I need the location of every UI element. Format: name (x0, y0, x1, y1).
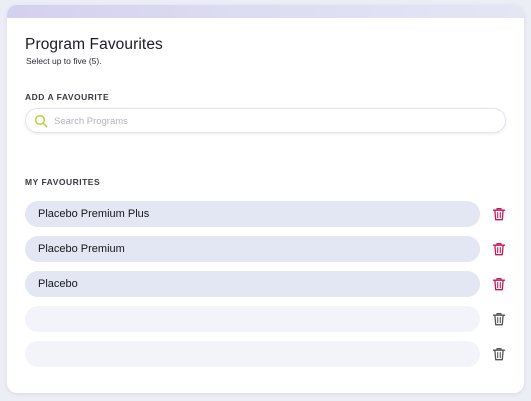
my-favourites-label: MY FAVOURITES (25, 177, 101, 187)
favourites-card: Program Favourites Select up to five (5)… (7, 5, 524, 393)
card-header-bar (7, 5, 524, 18)
favourite-row-empty (25, 306, 523, 332)
favourite-row: Placebo (25, 271, 523, 297)
search-box[interactable] (25, 108, 506, 133)
favourite-row-empty (25, 341, 523, 367)
trash-icon[interactable] (492, 312, 506, 326)
page-title: Program Favourites (25, 36, 163, 53)
trash-icon[interactable] (492, 277, 506, 291)
favourite-slot-empty (25, 341, 480, 367)
favourite-row: Placebo Premium (25, 236, 523, 262)
favourite-slot-empty (25, 306, 480, 332)
search-icon (34, 114, 48, 128)
search-input[interactable] (54, 112, 494, 130)
trash-icon[interactable] (492, 207, 506, 221)
favourite-item[interactable]: Placebo Premium Plus (25, 201, 480, 227)
favourite-item[interactable]: Placebo Premium (25, 236, 480, 262)
add-favourite-label: ADD A FAVOURITE (25, 92, 110, 102)
trash-icon[interactable] (492, 242, 506, 256)
favourite-item[interactable]: Placebo (25, 271, 480, 297)
favourite-row: Placebo Premium Plus (25, 201, 523, 227)
trash-icon[interactable] (492, 347, 506, 361)
page-subtitle: Select up to five (5). (26, 56, 102, 66)
